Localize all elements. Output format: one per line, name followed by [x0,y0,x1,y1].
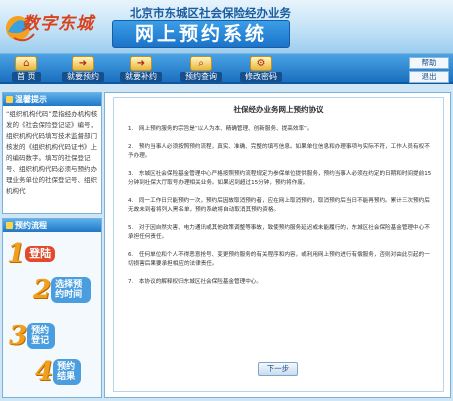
logout-link[interactable]: 退出 [409,71,449,83]
logo-text: 数字东城 [22,14,94,34]
main-content: 社保经办业务网上预约协议 1. 网上预约服务的宗旨是“以人为本、精确管理、创新服… [104,92,451,398]
flow-step-2: 2 选择预约时间 [33,276,92,304]
nav-reserve-button[interactable]: ➜ 就要预约 [62,56,104,82]
agreement-clause: 7. 本协议的解释权归东城区社会保险基金管理中心。 [128,279,262,285]
flow-step-4: 4 预约结果 [35,358,82,386]
app-header: 数字东城 北京市东城区社会保险经办业务 网上预约系统 [0,0,453,54]
agreement-clause: 4. 同一工作日只能预约一次，预约后因故取消预约者，应在网上取消预约，取消预约后… [128,198,430,213]
agreement-clause: 5. 对于因自然灾害、电力通讯或其他政策调整等事故，致使预约服务延迟或未能履行的… [128,225,430,240]
flow-panel: 预约流程 1 登陆 2 选择预约时间 3 预约登记 4 预约结果 [2,218,102,398]
home-icon: ⌂ [15,56,38,71]
help-link[interactable]: 帮助 [409,57,449,69]
agreement-clause: 3. 东城区社会保险基金管理中心严格按照预约流程规定为参保单位提供服务，预约当事… [128,171,432,186]
nav-supplement-button[interactable]: ➜ 就要补约 [120,56,162,82]
side-links: 帮助 退出 [409,57,449,85]
flow-title: 预约流程 [3,219,101,232]
tips-panel: 温馨提示 “组织机构代码”是指经办机构核发的《社会保险登记证》编号，组织机构代码… [2,92,102,214]
agreement-document[interactable]: 社保经办业务网上预约协议 1. 网上预约服务的宗旨是“以人为本、精确管理、创新服… [113,97,444,392]
gear-icon: ⚙ [250,56,272,71]
flow-step-3: 3 预约登记 [9,322,56,350]
agreement-title: 社保经办业务网上预约协议 [233,105,324,114]
arrow-icon: ➜ [72,56,94,71]
nav-password-button[interactable]: ⚙ 修改密码 [240,56,282,82]
agreement-clauses: 1. 网上预约服务的宗旨是“以人为本、精确管理、创新服务、提高效率”。 2. 预… [114,115,443,287]
tips-body: “组织机构代码”是指经办机构核发的《社会保险登记证》编号，组织机构代码填写技术监… [6,110,98,195]
header-subtitle: 北京市东城区社会保险经办业务 [130,6,291,20]
header-title: 网上预约系统 [112,20,290,48]
nav-query-button[interactable]: ⌕ 预约查询 [180,56,222,82]
nav-home-button[interactable]: ⌂ 首 页 [12,56,41,82]
flow-step-1: 1 登陆 [7,240,56,268]
agreement-clause: 2. 预约当事人必须按照预约流程，真实、准确、完整的填写信息。如果单位信息和办理… [128,144,430,159]
next-step-button[interactable]: 下一步 [258,362,298,376]
search-icon: ⌕ [190,56,212,71]
main-nav: ⌂ 首 页 ➜ 就要预约 ➜ 就要补约 ⌕ 预约查询 ⚙ 修改密码 [0,54,453,84]
agreement-clause: 1. 网上预约服务的宗旨是“以人为本、精确管理、创新服务、提高效率”。 [128,126,313,132]
agreement-clause: 6. 任何单位和个人不得恶意抢号、变更预约服务的有关程序和内容，或利用网上预约进… [128,252,430,267]
bullet-icon [6,222,13,229]
arrow-icon: ➜ [130,56,152,71]
flow-steps: 1 登陆 2 选择预约时间 3 预约登记 4 预约结果 [3,232,101,397]
bullet-icon [6,96,13,103]
tips-title: 温馨提示 [3,93,101,106]
